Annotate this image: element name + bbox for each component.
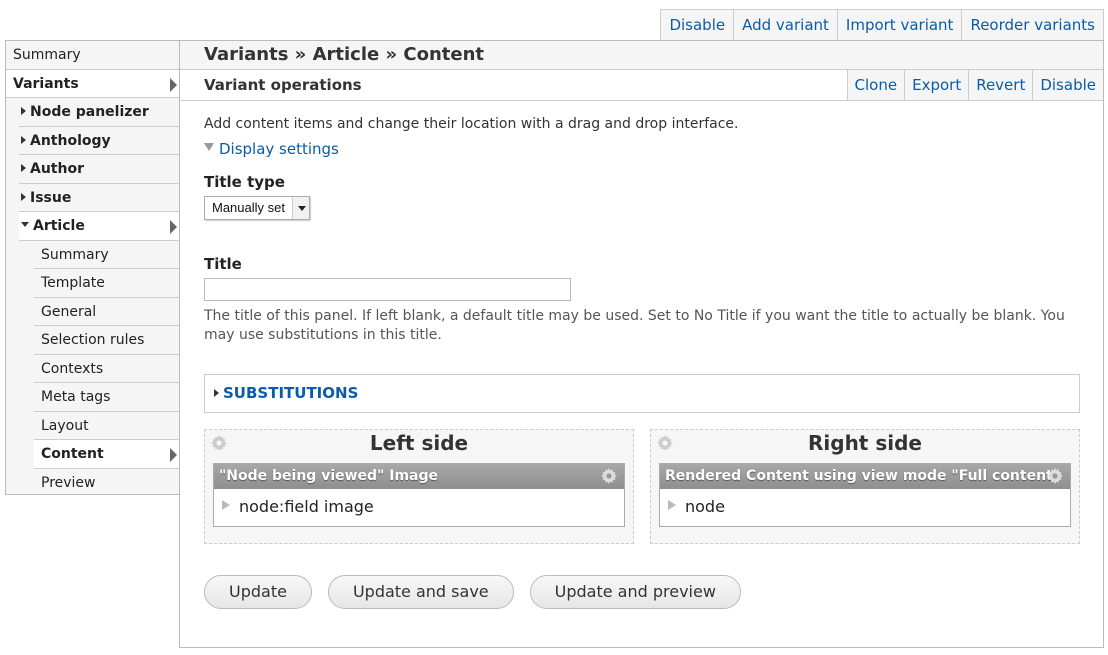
content-pane[interactable]: "Node being viewed" Image node:field ima… <box>213 463 625 527</box>
sidebar-item-label: General <box>41 303 97 320</box>
region-title: Left side <box>369 431 469 455</box>
variant-operations-title: Variant operations <box>204 76 362 94</box>
sidebar-item-article-summary[interactable]: Summary <box>34 241 179 269</box>
sidebar-item-label: Article <box>33 218 85 234</box>
sidebar-item-label: Contexts <box>41 360 104 377</box>
gear-icon[interactable] <box>601 468 617 484</box>
add-variant-link[interactable]: Add variant <box>733 10 837 40</box>
pane-header[interactable]: "Node being viewed" Image <box>214 464 624 489</box>
form-actions: Update Update and save Update and previe… <box>204 575 741 609</box>
sidebar-item-label: Summary <box>13 47 81 63</box>
sidebar-item-layout[interactable]: Layout <box>34 412 179 440</box>
gear-icon[interactable] <box>211 435 227 451</box>
title-type-label: Title type <box>204 173 285 191</box>
sidebar-item-node-panelizer[interactable]: Node panelizer <box>19 98 179 127</box>
variant-tabs: Disable Add variant Import variant Reord… <box>660 9 1104 40</box>
collapsed-triangle-icon <box>668 499 676 510</box>
sidebar-item-summary[interactable]: Summary <box>6 41 179 70</box>
revert-link[interactable]: Revert <box>968 70 1032 100</box>
title-description: The title of this panel. If left blank, … <box>204 308 1065 343</box>
disable-variant-link[interactable]: Disable <box>661 10 733 40</box>
gear-icon[interactable] <box>657 435 673 451</box>
sidebar-item-selection-rules[interactable]: Selection rules <box>34 326 179 355</box>
sidebar-item-preview[interactable]: Preview <box>34 469 179 498</box>
expanded-triangle-icon <box>21 221 29 227</box>
sidebar-item-content[interactable]: Content <box>34 440 179 469</box>
substitutions-link[interactable]: SUBSTITUTIONS <box>223 384 358 402</box>
update-and-preview-button[interactable]: Update and preview <box>529 575 741 609</box>
pane-body[interactable]: node <box>660 489 1070 525</box>
display-settings-toggle[interactable]: Display settings <box>204 140 1084 158</box>
active-arrow-icon <box>170 77 177 92</box>
substitutions-fieldset[interactable]: SUBSTITUTIONS <box>204 374 1080 413</box>
title-type-selected-value: Manually set <box>212 200 285 215</box>
sidebar-item-label: Selection rules <box>41 332 145 348</box>
import-variant-link[interactable]: Import variant <box>836 10 962 40</box>
content-pane[interactable]: Rendered Content using view mode "Full c… <box>659 463 1071 527</box>
collapsed-triangle-icon <box>21 192 26 201</box>
region-left-side: Left side "Node being viewed" Image node… <box>204 429 634 544</box>
sidebar-item-article[interactable]: Article <box>19 212 179 241</box>
update-button[interactable]: Update <box>204 575 312 609</box>
sidebar-item-issue[interactable]: Issue <box>19 184 179 212</box>
region-right-side: Right side Rendered Content using view m… <box>650 429 1080 544</box>
sidebar-item-label: Variants <box>13 75 79 92</box>
pane-content-label: node:field image <box>239 497 374 516</box>
sidebar: Summary Variants Node panelizer Antholog… <box>5 40 180 495</box>
sidebar-item-label: Preview <box>41 474 96 491</box>
breadcrumb: Variants » Article » Content <box>180 41 1103 70</box>
intro-text: Add content items and change their locat… <box>204 116 739 132</box>
pane-header[interactable]: Rendered Content using view mode "Full c… <box>660 464 1070 489</box>
collapsed-triangle-icon <box>21 135 26 144</box>
gear-icon[interactable] <box>1047 468 1063 484</box>
title-input[interactable] <box>204 278 571 301</box>
collapsed-triangle-icon <box>214 388 219 397</box>
collapsed-triangle-icon <box>21 107 26 115</box>
sidebar-item-template[interactable]: Template <box>34 269 179 298</box>
sidebar-item-contexts[interactable]: Contexts <box>34 355 179 383</box>
expanded-triangle-icon <box>204 142 214 151</box>
export-link[interactable]: Export <box>904 70 968 100</box>
chevron-down-icon <box>292 197 309 219</box>
collapsed-triangle-icon <box>222 499 230 510</box>
sidebar-item-label: Node panelizer <box>30 104 149 120</box>
region-title: Right side <box>808 431 922 455</box>
sidebar-item-label: Meta tags <box>41 389 111 405</box>
clone-link[interactable]: Clone <box>846 70 905 100</box>
pane-title: "Node being viewed" Image <box>219 468 438 484</box>
sidebar-item-label: Anthology <box>30 132 111 149</box>
display-settings-link[interactable]: Display settings <box>219 140 339 158</box>
disable-link[interactable]: Disable <box>1032 70 1103 100</box>
reorder-variants-link[interactable]: Reorder variants <box>961 10 1103 40</box>
update-and-save-button[interactable]: Update and save <box>327 575 514 609</box>
pane-title: Rendered Content using view mode "Full c… <box>665 468 1061 484</box>
sidebar-item-label: Template <box>41 275 105 291</box>
title-type-select[interactable]: Manually set <box>204 196 310 220</box>
sidebar-item-label: Content <box>41 446 104 462</box>
sidebar-item-variants[interactable]: Variants <box>6 69 179 98</box>
sidebar-item-anthology[interactable]: Anthology <box>19 127 179 155</box>
pane-content-label: node <box>685 497 725 516</box>
pane-body[interactable]: node:field image <box>214 489 624 525</box>
title-label: Title <box>204 255 242 273</box>
content-form: Add content items and change their locat… <box>204 113 1084 609</box>
main-panel: Variants » Article » Content Variant ope… <box>179 40 1104 648</box>
sidebar-item-meta-tags[interactable]: Meta tags <box>34 383 179 412</box>
sidebar-item-label: Issue <box>30 189 72 206</box>
variant-operations-bar: Variant operations Clone Export Revert D… <box>180 70 1103 101</box>
sidebar-item-label: Summary <box>41 246 109 263</box>
sidebar-item-author[interactable]: Author <box>19 155 179 184</box>
sidebar-item-label: Author <box>30 161 84 177</box>
active-arrow-icon <box>170 448 177 462</box>
collapsed-triangle-icon <box>21 164 26 172</box>
sidebar-item-general[interactable]: General <box>34 298 179 326</box>
sidebar-item-label: Layout <box>41 417 89 434</box>
active-arrow-icon <box>170 220 177 234</box>
